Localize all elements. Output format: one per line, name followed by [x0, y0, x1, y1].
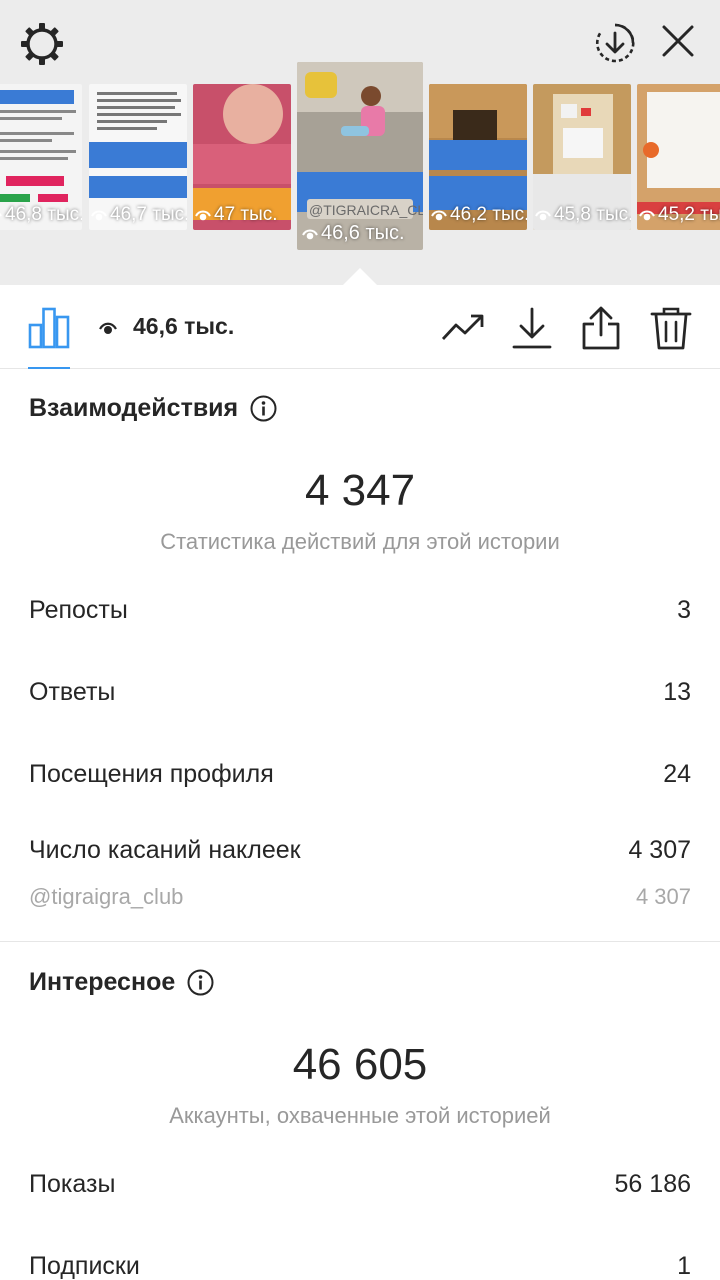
stat-value: 1 — [677, 1252, 691, 1280]
download-story-button[interactable] — [590, 18, 640, 68]
view-count: 46,7 тыс. — [91, 204, 187, 226]
section-divider — [0, 941, 720, 942]
stat-value: 3 — [677, 596, 691, 624]
stat-value: 24 — [663, 760, 691, 788]
settings-button[interactable] — [18, 20, 66, 68]
stat-value: 4 307 — [635, 884, 691, 909]
active-tab-indicator — [28, 367, 70, 369]
story-thumb[interactable]: 46,2 тыс. — [429, 84, 527, 230]
stat-label: Показы — [29, 1170, 116, 1198]
view-count: 45,8 тыс. — [535, 204, 631, 226]
eye-icon — [91, 210, 107, 221]
eye-icon — [195, 210, 211, 221]
trending-icon — [441, 314, 484, 340]
stat-value: 56 186 — [614, 1170, 691, 1198]
discovery-heading: Интересное — [29, 968, 214, 997]
stat-row-follows: Подписки 1 — [29, 1252, 691, 1280]
story-thumb-selected[interactable]: @TIGRAICRA_CLUB 46,6 тыс. — [297, 62, 423, 250]
stat-value: 13 — [663, 678, 691, 706]
close-button[interactable] — [656, 18, 700, 64]
stat-value: 4 307 — [628, 836, 691, 864]
interactions-total: 4 347 — [304, 466, 416, 515]
delete-button[interactable] — [648, 305, 694, 351]
stats-toolbar: 46,6 тыс. — [0, 285, 720, 369]
download-button[interactable] — [509, 305, 555, 351]
story-thumb[interactable]: 47 тыс. — [193, 84, 291, 230]
stat-row-reposts: Репосты 3 — [29, 596, 691, 625]
section-title: Интересное — [29, 968, 176, 996]
story-thumb[interactable]: 45,8 тыс. — [533, 84, 631, 230]
stat-row-replies: Ответы 13 — [29, 678, 691, 707]
insights-tab[interactable] — [28, 303, 70, 349]
stat-label: Подписки — [29, 1252, 140, 1280]
eye-icon — [99, 322, 117, 334]
interactions-subtitle: Статистика действий для этой истории — [160, 529, 560, 554]
story-strip: 46,8 тыс. 46,7 тыс. 47 тыс. @TIGRAICRA_C… — [0, 0, 720, 285]
eye-icon — [431, 210, 447, 221]
stat-label: Репосты — [29, 596, 128, 624]
sticker-label: @TIGRAICRA_CLUB — [309, 202, 423, 218]
stat-row-sticker-account[interactable]: @tigraigra_club 4 307 — [29, 884, 691, 910]
eye-icon — [302, 229, 318, 239]
download-circle-icon — [596, 23, 635, 63]
view-count: 46,8 тыс. — [0, 204, 82, 226]
share-button[interactable] — [578, 305, 624, 351]
promote-button[interactable] — [440, 305, 486, 351]
bar-chart-icon — [28, 307, 70, 349]
views-count: 46,6 тыс. — [133, 313, 235, 339]
stat-row-impressions: Показы 56 186 — [29, 1170, 691, 1199]
download-icon — [512, 307, 552, 349]
close-icon — [662, 25, 694, 57]
story-thumbnails: 46,8 тыс. 46,7 тыс. 47 тыс. @TIGRAICRA_C… — [0, 62, 720, 252]
reach-total: 46 605 — [292, 1040, 428, 1089]
gear-icon — [21, 23, 63, 65]
view-count: 46,6 тыс. — [302, 222, 405, 245]
selected-pointer — [343, 268, 377, 285]
view-count: 47 тыс. — [195, 204, 278, 226]
eye-icon — [0, 213, 2, 217]
stat-row-sticker-taps: Число касаний наклеек 4 307 — [29, 836, 691, 865]
reach-subtitle: Аккаунты, охваченные этой историей — [169, 1103, 551, 1128]
story-thumb[interactable]: 45,2 тыс. — [637, 84, 720, 230]
share-icon — [582, 306, 620, 350]
stat-label: Ответы — [29, 678, 116, 706]
trash-icon — [650, 307, 692, 350]
eye-icon — [535, 210, 551, 221]
info-icon[interactable] — [250, 395, 277, 422]
story-thumb[interactable]: 46,8 тыс. — [0, 84, 82, 230]
view-count: 46,2 тыс. — [431, 204, 527, 226]
stat-label: @tigraigra_club — [29, 884, 184, 909]
stat-label: Число касаний наклеек — [29, 836, 301, 864]
info-icon[interactable] — [187, 969, 214, 996]
interactions-heading: Взаимодействия — [29, 394, 277, 423]
eye-icon — [639, 210, 655, 221]
section-title: Взаимодействия — [29, 394, 239, 422]
stat-label: Посещения профиля — [29, 760, 274, 788]
view-count: 45,2 тыс. — [639, 204, 720, 226]
story-thumb[interactable]: 46,7 тыс. — [89, 84, 187, 230]
stat-row-profile-visits: Посещения профиля 24 — [29, 760, 691, 789]
